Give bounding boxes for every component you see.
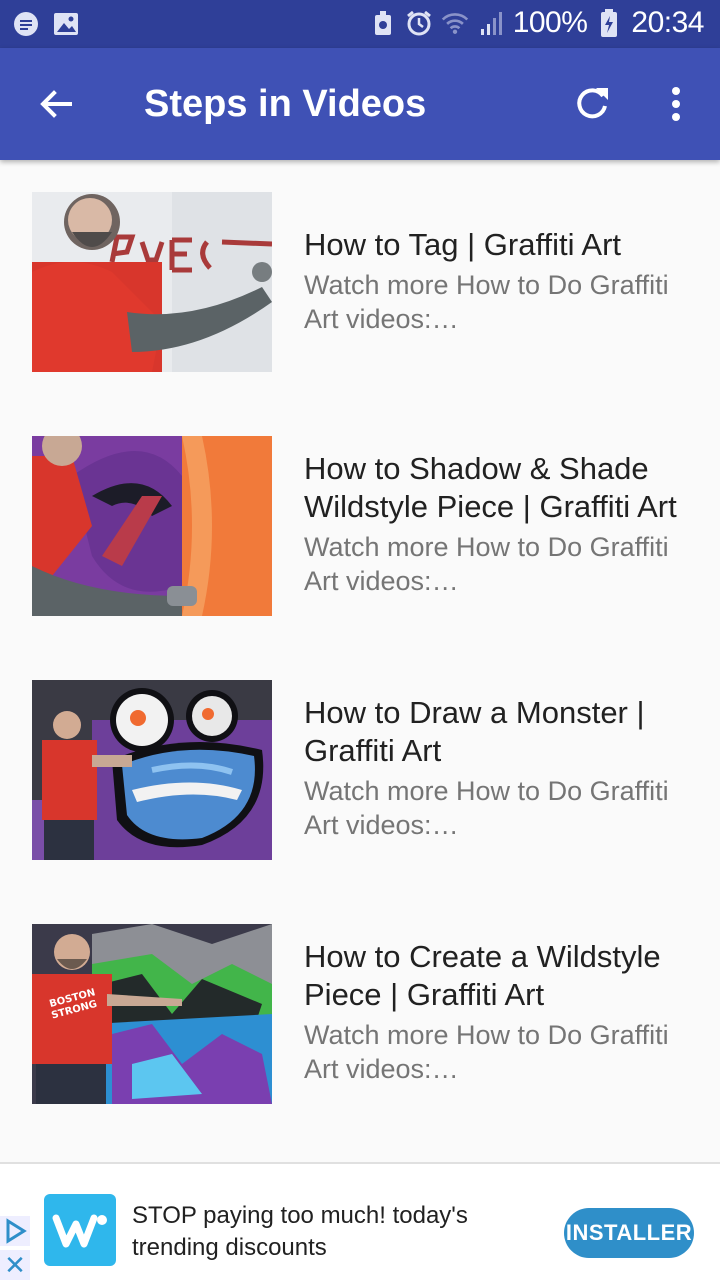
advertiser-logo[interactable] — [44, 1194, 116, 1266]
message-notification-icon — [12, 10, 40, 38]
battery-charging-icon — [595, 9, 623, 37]
status-bar: 100% 20:34 — [0, 0, 720, 48]
video-title: How to Shadow & Shade Wildstyle Piece | … — [304, 451, 677, 524]
adchoices-icon[interactable] — [0, 1216, 30, 1246]
clock: 20:34 — [631, 6, 704, 39]
app-bar: Steps in Videos — [0, 48, 720, 160]
video-description: Watch more How to Do Graffiti Art videos… — [304, 532, 669, 596]
video-thumbnail[interactable] — [32, 436, 272, 616]
page-title: Steps in Videos — [144, 83, 427, 125]
battery-percent: 100% — [512, 6, 588, 39]
video-title: How to Draw a Monster | Graffiti Art — [304, 695, 645, 768]
signal-icon — [477, 9, 505, 37]
ad-text: STOP paying too much! today's trending d… — [132, 1202, 468, 1261]
gallery-notification-icon — [52, 10, 80, 38]
alarm-icon — [405, 9, 433, 37]
video-description: Watch more How to Do Graffiti Art videos… — [304, 1020, 669, 1084]
video-list-item[interactable]: How to Tag | Graffiti Art Watch more How… — [0, 160, 720, 404]
install-button[interactable]: INSTALLER — [564, 1208, 694, 1258]
video-title: How to Tag | Graffiti Art — [304, 227, 622, 262]
back-arrow-icon[interactable] — [34, 82, 78, 126]
video-description: Watch more How to Do Graffiti Art videos… — [304, 270, 669, 334]
video-list-item[interactable]: BOSTON STRONG How to Create a Wildstyle … — [0, 892, 720, 1136]
video-title: How to Create a Wildstyle Piece | Graffi… — [304, 939, 661, 1012]
overflow-menu-icon[interactable] — [654, 82, 698, 126]
close-ad-icon[interactable]: ✕ — [0, 1250, 30, 1280]
banner-ad[interactable]: ✕ STOP paying too much! today's trending… — [0, 1162, 720, 1282]
video-thumbnail[interactable]: BOSTON STRONG — [32, 924, 272, 1104]
recycle-icon — [369, 9, 397, 37]
video-list-item[interactable]: How to Shadow & Shade Wildstyle Piece | … — [0, 404, 720, 648]
wifi-icon — [441, 9, 469, 37]
video-thumbnail[interactable] — [32, 680, 272, 860]
video-description: Watch more How to Do Graffiti Art videos… — [304, 776, 669, 840]
refresh-icon[interactable] — [570, 82, 614, 126]
video-list-item[interactable]: How to Draw a Monster | Graffiti Art Wat… — [0, 648, 720, 892]
video-thumbnail[interactable] — [32, 192, 272, 372]
